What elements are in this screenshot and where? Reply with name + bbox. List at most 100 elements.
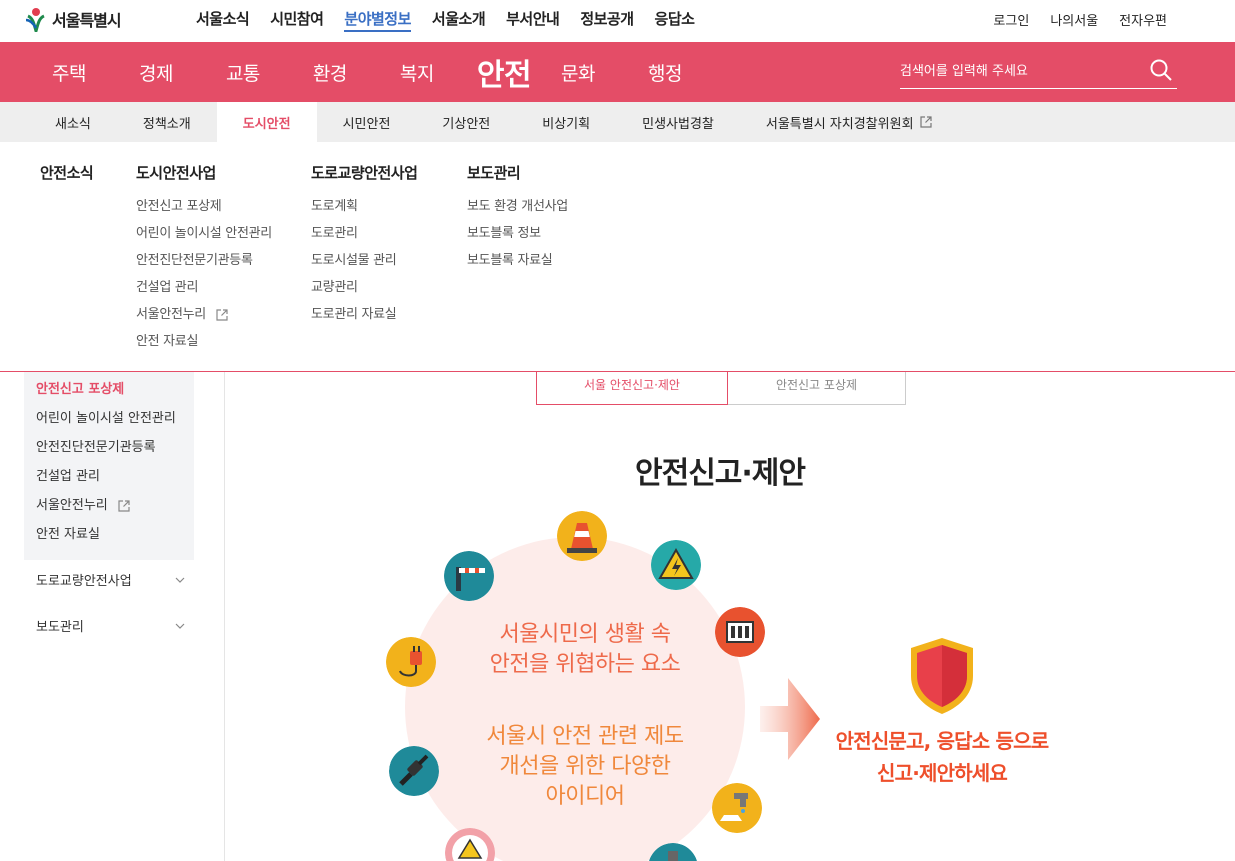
sidebar-item-archive[interactable]: 안전 자료실 [36, 525, 194, 554]
search-input[interactable] [900, 54, 1140, 88]
mega-heading-road-bridge[interactable]: 도로교량안전사업 [311, 162, 418, 183]
shield-icon [911, 638, 973, 714]
gnb-item-disclosure[interactable]: 정보공개 [580, 8, 634, 32]
mega-link-external[interactable]: 서울안전누리 [136, 306, 272, 323]
global-nav: 서울소식 시민참여 분야별정보 서울소개 부서안내 정보공개 응답소 [196, 8, 715, 32]
sidebar-group-sidewalk[interactable]: 보도관리 [36, 618, 186, 664]
mega-heading-safety-news[interactable]: 안전소식 [40, 162, 94, 183]
faucet-leak-icon [712, 783, 762, 833]
sidebar-item-reward[interactable]: 안전신고 포상제 [36, 380, 194, 409]
search-box [900, 54, 1177, 89]
seoul-logo[interactable]: 서울특별시 [24, 4, 122, 34]
category-welfare[interactable]: 복지 [400, 59, 434, 86]
subnav-item-special-police[interactable]: 민생사법경찰 [616, 102, 740, 142]
mega-link[interactable]: 도로계획 [311, 198, 417, 215]
utility-links: 로그인 나의서울 전자우편 [993, 10, 1167, 29]
mega-column-urban-safety: 도시안전사업 안전신고 포상제 어린이 놀이시설 안전관리 안전진단전문기관등록… [136, 162, 272, 360]
cable-connector-icon [389, 746, 439, 796]
mega-link[interactable]: 어린이 놀이시설 안전관리 [136, 225, 272, 242]
subnav-item-citizen-safety[interactable]: 시민안전 [317, 102, 417, 142]
sidebar-groups: 도로교량안전사업 보도관리 [36, 572, 186, 664]
subnav-item-weather-safety[interactable]: 기상안전 [416, 102, 516, 142]
subnav-item-emergency[interactable]: 비상기획 [516, 102, 616, 142]
mega-link[interactable]: 건설업 관리 [136, 279, 272, 296]
category-housing[interactable]: 주택 [52, 59, 86, 86]
sub-nav: 새소식 정책소개 도시안전 시민안전 기상안전 비상기획 민생사법경찰 서울특별… [0, 102, 1235, 142]
infographic-line: 안전을 위협하는 요소 [489, 652, 681, 677]
seoul-logo-icon [25, 8, 45, 32]
infographic-line: 서울시 안전 관련 제도 [486, 724, 684, 749]
electric-warning-icon [651, 540, 701, 590]
external-link-icon [919, 116, 932, 128]
chevron-down-icon [175, 623, 185, 629]
mega-dropdown-menu: 안전소식 도시안전사업 안전신고 포상제 어린이 놀이시설 안전관리 안전진단전… [0, 142, 1235, 372]
category-culture[interactable]: 문화 [561, 59, 595, 86]
sidebar-item-construction[interactable]: 건설업 관리 [36, 467, 194, 496]
sidebar-submenu: 안전신고 포상제 어린이 놀이시설 안전관리 안전진단전문기관등록 건설업 관리… [24, 372, 194, 560]
gnb-item-news[interactable]: 서울소식 [196, 8, 250, 32]
gnb-item-about[interactable]: 서울소개 [432, 8, 486, 32]
sidebar-group-road-bridge[interactable]: 도로교량안전사업 [36, 572, 186, 618]
category-economy[interactable]: 경제 [139, 59, 173, 86]
plug-icon [386, 637, 436, 687]
sidebar-item-inspection[interactable]: 안전진단전문기관등록 [36, 438, 194, 467]
sidebar-group-label: 도로교량안전사업 [36, 574, 132, 589]
mega-column-road-bridge: 도로교량안전사업 도로계획 도로관리 도로시설물 관리 교량관리 도로관리 자료… [311, 162, 418, 333]
subnav-item-policy[interactable]: 정책소개 [117, 102, 217, 142]
mega-link[interactable]: 안전 자료실 [136, 333, 272, 350]
gnb-item-participation[interactable]: 시민참여 [270, 8, 324, 32]
mega-link-label: 서울안전누리 [136, 307, 206, 322]
barrier-gate-icon [444, 551, 494, 601]
mega-link[interactable]: 안전신고 포상제 [136, 198, 272, 215]
call-to-action-text: 안전신문고, 응답소 등으로 신고·제안하세요 [812, 725, 1072, 789]
category-environment[interactable]: 환경 [313, 59, 347, 86]
login-link[interactable]: 로그인 [993, 10, 1029, 29]
search-icon[interactable] [1149, 58, 1173, 82]
electrical-panel-icon [715, 607, 765, 657]
my-seoul-link[interactable]: 나의서울 [1050, 10, 1098, 29]
gnb-item-departments[interactable]: 부서안내 [506, 8, 560, 32]
mega-column-safety-news: 안전소식 [40, 162, 94, 198]
subnav-item-police-committee[interactable]: 서울특별시 자치경찰위원회 [740, 102, 958, 142]
infographic-line: 아이디어 [545, 784, 625, 809]
email-link[interactable]: 전자우편 [1119, 10, 1167, 29]
subnav-item-label: 서울특별시 자치경찰위원회 [765, 116, 914, 132]
sidebar-group-label: 보도관리 [36, 620, 84, 635]
page-title: 안전신고·제안 [635, 456, 806, 491]
category-traffic[interactable]: 교통 [226, 59, 260, 86]
content-divider [224, 372, 225, 861]
infographic-line: 서울시민의 생활 속 [499, 622, 671, 647]
mega-heading-urban-safety[interactable]: 도시안전사업 [136, 162, 272, 183]
sidebar-item-safety-nuri[interactable]: 서울안전누리 [36, 496, 194, 525]
subnav-item-urban-safety[interactable]: 도시안전 [216, 102, 317, 142]
mega-link[interactable]: 보도블록 정보 [467, 225, 568, 242]
subnav-item-news[interactable]: 새소식 [29, 102, 117, 142]
mega-link[interactable]: 도로시설물 관리 [311, 252, 417, 269]
cta-line: 안전신문고, 응답소 등으로 [835, 729, 1050, 753]
sidebar-item-playground[interactable]: 어린이 놀이시설 안전관리 [36, 409, 194, 438]
logo-text: 서울특별시 [52, 11, 122, 30]
infographic-text-bottom: 서울시 안전 관련 제도 개선을 위한 다양한 아이디어 [455, 722, 715, 812]
cta-line: 신고·제안하세요 [877, 761, 1008, 785]
infographic-text-top: 서울시민의 생활 속 안전을 위협하는 요소 [455, 620, 715, 680]
external-link-icon [216, 308, 228, 321]
traffic-cone-icon [557, 511, 607, 561]
mega-link[interactable]: 보도 환경 개선사업 [467, 198, 568, 215]
category-nav: 주택 경제 교통 환경 복지 안전 문화 행정 [0, 42, 1235, 102]
gnb-item-response[interactable]: 응답소 [655, 8, 695, 32]
sidebar-item-label: 서울안전누리 [36, 498, 108, 513]
external-link-icon [118, 499, 130, 512]
mega-link[interactable]: 도로관리 자료실 [311, 306, 417, 323]
mega-link[interactable]: 도로관리 [311, 225, 417, 242]
category-safety[interactable]: 안전 [477, 50, 532, 94]
category-administration[interactable]: 행정 [648, 59, 682, 86]
mega-link[interactable]: 보도블록 자료실 [467, 252, 568, 269]
mega-link[interactable]: 교량관리 [311, 279, 417, 296]
category-list: 주택 경제 교통 환경 복지 안전 문화 행정 [52, 42, 735, 102]
chevron-down-icon [175, 577, 185, 583]
top-utility-bar: 서울특별시 서울소식 시민참여 분야별정보 서울소개 부서안내 정보공개 응답소… [0, 0, 1235, 42]
gnb-item-field-info[interactable]: 분야별정보 [344, 8, 411, 32]
mega-heading-sidewalk[interactable]: 보도관리 [467, 162, 568, 183]
mega-link[interactable]: 안전진단전문기관등록 [136, 252, 272, 269]
infographic-line: 개선을 위한 다양한 [499, 754, 671, 779]
